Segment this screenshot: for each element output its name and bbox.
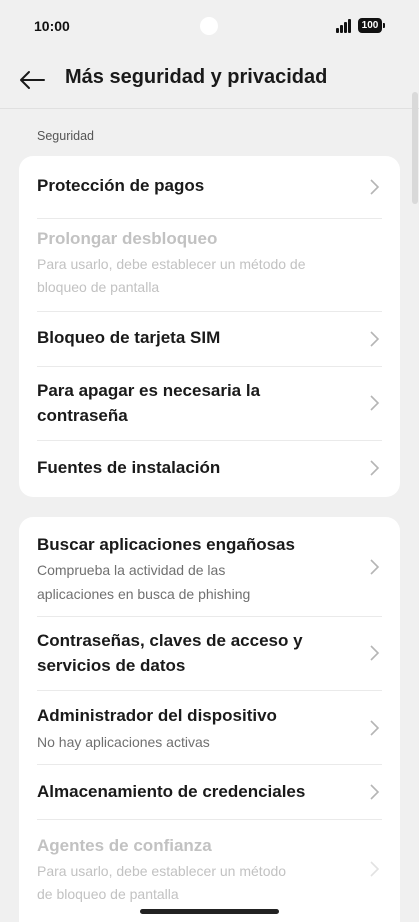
item-subtitle: de bloqueo de pantalla [37,886,179,902]
status-bar: 10:00 100 [0,0,419,54]
item-label: Buscar aplicaciones engañosas [37,535,295,554]
chevron-right-icon [370,179,380,195]
item-payment-protection[interactable]: Protección de pagos [19,156,400,218]
page-title: Más seguridad y privacidad [65,66,328,88]
item-password-to-power-off[interactable]: Para apagar es necesaria la contraseña [19,367,400,440]
home-indicator[interactable] [140,909,279,914]
item-subtitle: Para usarlo, debe establecer un método [37,863,287,879]
item-trust-agents: Agentes de confianza Para usarlo, debe e… [19,820,400,922]
item-deceptive-apps[interactable]: Buscar aplicaciones engañosas Comprueba … [19,517,400,616]
item-label: Almacenamiento de credenciales [37,782,306,801]
item-label: Agentes de confianza [37,836,212,855]
chevron-right-icon [370,460,380,476]
item-install-sources[interactable]: Fuentes de instalación [19,441,400,497]
item-subtitle: No hay aplicaciones activas [37,734,210,750]
item-label: contraseña [37,406,128,425]
chevron-right-icon [370,395,380,411]
item-label: servicios de datos [37,656,186,675]
item-label: Protección de pagos [37,176,205,195]
chevron-right-icon [370,559,380,575]
chevron-right-icon [370,861,380,877]
back-arrow-icon [20,71,45,89]
app-bar: Más seguridad y privacidad [0,54,419,109]
chevron-right-icon [370,784,380,800]
item-subtitle: bloqueo de pantalla [37,279,160,295]
item-extend-unlock: Prolongar desbloqueo Para usarlo, debe e… [19,219,400,311]
chevron-right-icon [370,645,380,661]
item-label: Administrador del dispositivo [37,706,277,725]
camera-cutout [200,17,218,35]
item-subtitle: Comprueba la actividad de las [37,562,226,578]
item-label: Contraseñas, claves de acceso y [37,631,303,650]
chevron-right-icon [370,331,380,347]
item-label: Fuentes de instalación [37,458,221,477]
item-credential-storage[interactable]: Almacenamiento de credenciales [19,765,400,819]
section-label-security: Seguridad [37,129,94,143]
scrollbar[interactable] [412,92,418,204]
signal-icon [336,19,354,33]
item-label: Prolongar desbloqueo [37,229,218,248]
item-subtitle: Para usarlo, debe establecer un método d… [37,256,306,272]
chevron-right-icon [370,720,380,736]
battery-icon: 100 [358,18,385,33]
item-passwords-passkeys[interactable]: Contraseñas, claves de acceso y servicio… [19,617,400,690]
item-label: Para apagar es necesaria la [37,381,261,400]
back-button[interactable] [16,64,48,96]
apps-security-card: Buscar aplicaciones engañosas Comprueba … [19,517,400,922]
security-card: Protección de pagos Prolongar desbloqueo… [19,156,400,497]
item-subtitle: aplicaciones en busca de phishing [37,586,251,602]
status-time: 10:00 [34,18,70,34]
item-label: Bloqueo de tarjeta SIM [37,328,221,347]
item-sim-lock[interactable]: Bloqueo de tarjeta SIM [19,312,400,366]
item-device-admin[interactable]: Administrador del dispositivo No hay apl… [19,691,400,764]
